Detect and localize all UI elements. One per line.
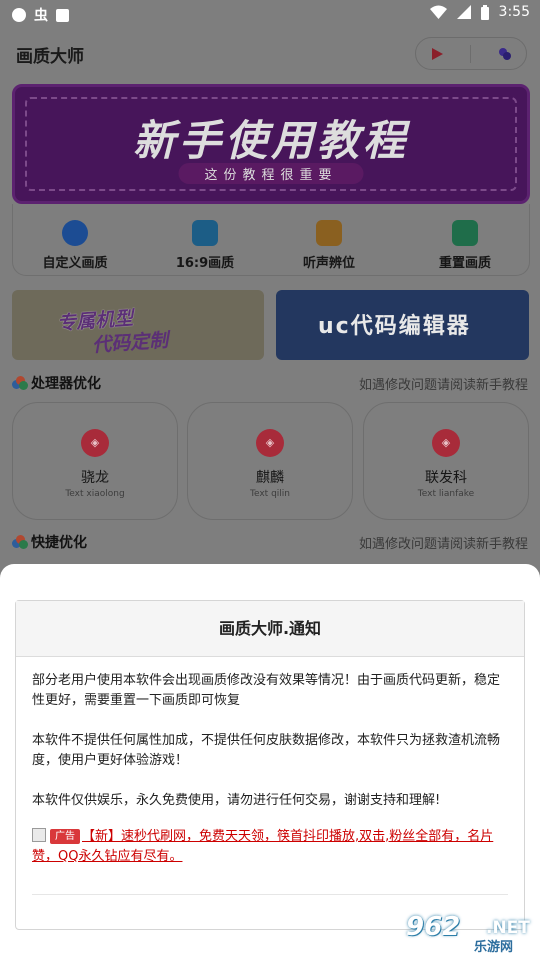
watermark-cn: 乐游网 [474,940,514,955]
section-processor-title: 处理器优化 [12,373,101,393]
ad-badge: 广告 [50,829,80,844]
dialog-body: 部分老用户使用本软件会出现画质修改没有效果等情况！由于画质代码更新，稳定性更好，… [16,657,524,867]
tutorial-banner[interactable]: 新手使用教程 这份教程很重要 [12,84,530,204]
wifi-icon [429,5,447,19]
quick-action-label: 听声辨位 [302,256,355,271]
quick-custom-quality[interactable]: 自定义画质 [15,220,135,271]
processor-en-name: Text qilin [250,489,290,499]
processor-en-name: Text lianfake [417,489,475,499]
top-action-capsule [415,37,527,70]
processor-card-xiaolong[interactable]: ◈ 骁龙 Text xiaolong [12,402,178,520]
section-quick-title: 快捷优化 [12,532,87,552]
processor-chip-icon: ◈ [256,429,284,457]
square-status-icon [56,8,69,22]
broken-image-icon [32,828,46,842]
ad-banner-uc-editor[interactable]: uc代码编辑器 [276,290,529,360]
app-title: 画质大师 [16,47,84,67]
dialog-paragraph: 本软件不提供任何属性加成，不提供任何皮肤数据修改，本软件只为拯救渣机流畅度，使用… [32,733,501,768]
signal-icon [456,5,471,19]
reset-icon [452,220,478,246]
dialog-ad-link[interactable]: 广告 【新】速秒代刷网，免费天天领，筷首抖印播放,双击,粉丝全部有，名片赞，QQ永… [32,827,508,867]
section-quick-hint[interactable]: 如遇修改问题请阅读新手教程 [359,533,528,552]
puzzle-icon[interactable] [497,46,513,62]
capsule-divider [470,44,472,63]
play-icon[interactable] [429,46,445,62]
processor-name: 骁龙 [81,470,109,486]
ad-right-title: uc代码编辑器 [318,314,471,339]
processor-card-qilin[interactable]: ◈ 麒麟 Text qilin [187,402,353,520]
processor-chip-icon: ◈ [432,429,460,457]
quick-action-label: 自定义画质 [42,256,108,271]
watermark-number: 962 [406,912,461,942]
processor-chip-icon: ◈ [81,429,109,457]
dialog-title: 画质大师.通知 [16,601,524,657]
notice-dialog: 画质大师.通知 部分老用户使用本软件会出现画质修改没有效果等情况！由于画质代码更… [15,600,525,930]
section-processor-hint[interactable]: 如遇修改问题请阅读新手教程 [359,374,528,393]
processor-name: 联发科 [425,470,467,486]
dialog-paragraph: 部分老用户使用本软件会出现画质修改没有效果等情况！由于画质代码更新，稳定性更好，… [32,673,501,708]
quick-actions-card: 自定义画质 16:9画质 听声辨位 重置画质 [12,204,530,276]
processor-name: 麒麟 [256,470,284,486]
dialog-paragraph: 本软件仅供娱乐，永久免费使用，请勿进行任何交易，谢谢支持和理解! [32,793,441,808]
quick-action-label: 16:9画质 [175,256,235,271]
ad-left-line2: 代码定制 [91,329,169,357]
circle-status-icon [12,8,26,22]
aspect-ratio-icon [192,220,218,246]
ad-link-text: 【新】速秒代刷网，免费天天领，筷首抖印播放,双击,粉丝全部有，名片赞，QQ永久钻… [32,829,494,864]
quick-action-label: 重置画质 [438,256,491,271]
site-watermark: 962 .NET 乐游网 [400,910,536,956]
sound-locate-icon [316,220,342,246]
processor-en-name: Text xiaolong [65,489,125,499]
processor-card-lianfake[interactable]: ◈ 联发科 Text lianfake [363,402,529,520]
quick-sound-locate[interactable]: 听声辨位 [269,220,389,271]
section-icon [12,376,28,390]
dialog-divider [32,894,508,895]
section-title-text: 快捷优化 [31,535,87,551]
banner-subtitle: 这份教程很重要 [178,163,364,184]
app-screen: 虫 3:55 画质大师 新手使用教程 这份教程很重要 自定义画质 16:9画质 [0,0,540,960]
watermark-net: .NET [486,918,530,938]
battery-icon [480,4,489,20]
ad-banner-custom-code[interactable]: 专属机型 代码定制 [12,290,264,360]
bug-icon: 虫 [34,8,48,24]
section-icon [12,535,28,549]
banner-title: 新手使用教程 [132,116,409,165]
status-bar: 虫 3:55 [0,0,540,26]
quick-reset-quality[interactable]: 重置画质 [405,220,525,271]
quick-169-quality[interactable]: 16:9画质 [145,220,265,271]
custom-quality-icon [62,220,88,246]
section-title-text: 处理器优化 [31,376,101,392]
clock: 3:55 [498,4,530,20]
